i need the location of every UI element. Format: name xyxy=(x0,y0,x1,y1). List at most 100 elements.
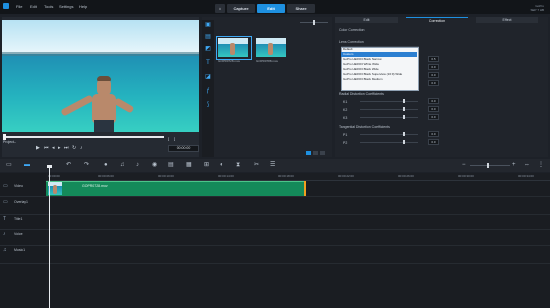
ruler-tick: 00:00:30:00 xyxy=(458,174,474,178)
timeline-ruler[interactable] xyxy=(46,173,550,181)
zoom-in-icon[interactable]: + xyxy=(512,161,516,170)
k2-value[interactable]: 0.0 xyxy=(428,106,439,112)
zoom-slider-knob[interactable] xyxy=(313,20,315,25)
k1-slider[interactable] xyxy=(360,101,418,102)
undo-icon[interactable]: ↶ xyxy=(66,161,71,170)
video-track-icon: ▭ xyxy=(3,183,8,189)
path-icon[interactable]: ⟆ xyxy=(204,102,212,109)
dropdown-option[interactable]: Default xyxy=(343,47,353,51)
tab-panel-correction[interactable]: Correction xyxy=(406,17,468,24)
title-icon[interactable]: T xyxy=(204,60,212,67)
menu-settings[interactable]: Settings xyxy=(59,4,73,9)
multicam-icon[interactable]: ▦ xyxy=(186,161,192,170)
tab-capture[interactable]: Capture xyxy=(227,4,255,13)
library-thumb[interactable] xyxy=(218,38,248,57)
tab-panel-effect[interactable]: Effect xyxy=(476,17,538,23)
timeline-zoom-slider[interactable] xyxy=(470,165,510,166)
lane-voice[interactable] xyxy=(46,230,550,246)
dropdown-option[interactable]: GoPro HERO3 Black Superview (16:9) Wide xyxy=(343,72,402,76)
lane-title[interactable] xyxy=(46,215,550,230)
value-field[interactable]: 0.0 xyxy=(428,72,439,78)
menu-file[interactable]: File xyxy=(16,4,22,9)
k2-slider[interactable] xyxy=(360,109,418,110)
subtitle-icon[interactable]: ▤ xyxy=(168,161,174,170)
instant-project-icon[interactable]: ▤ xyxy=(204,34,212,41)
dropdown-option[interactable]: GoPro HERO3 Black Wide xyxy=(343,67,379,71)
k2-knob[interactable] xyxy=(403,107,405,111)
mark-out-icon[interactable]: ] xyxy=(174,136,175,141)
volume-icon[interactable]: ♪ xyxy=(80,145,83,151)
screen-capture-icon[interactable]: ⊞ xyxy=(204,161,209,170)
timeline-view-icon[interactable]: ▬ xyxy=(24,161,30,170)
menu-edit[interactable]: Edit xyxy=(30,4,37,9)
library-thumb[interactable] xyxy=(256,38,286,57)
menu-help[interactable]: Help xyxy=(79,4,87,9)
project-label[interactable]: Project– xyxy=(3,140,16,144)
auto-music-icon[interactable]: ♪ xyxy=(136,161,139,170)
timeline-menu-icon[interactable]: ⋮ xyxy=(538,161,544,170)
dropdown-option[interactable]: GoPro HERO3 Black Narrow xyxy=(343,57,382,61)
color-correction-label[interactable]: Color Correction xyxy=(339,28,364,32)
next-icon[interactable]: ⏭ xyxy=(64,145,69,151)
p2-slider[interactable] xyxy=(360,142,418,143)
tangential-label: Tangential Distortion Coefficients xyxy=(339,125,390,129)
timecode-display[interactable]: 00:00:00 xyxy=(168,145,199,152)
mark-in-icon[interactable]: [ xyxy=(168,136,169,141)
record-icon[interactable]: ● xyxy=(104,161,108,170)
track-name-music: Music1 xyxy=(14,248,26,252)
p2-knob[interactable] xyxy=(403,140,405,144)
tab-panel-edit[interactable]: Edit xyxy=(335,17,398,23)
forward-icon[interactable]: ▸ xyxy=(58,145,61,151)
zoom-out-icon[interactable]: − xyxy=(462,161,466,170)
k3-value[interactable]: 0.0 xyxy=(428,114,439,120)
fit-project-icon[interactable]: ⇔ xyxy=(524,161,530,170)
p1-value[interactable]: 0.0 xyxy=(428,131,439,137)
home-icon[interactable]: ⌂ xyxy=(215,4,225,13)
rewind-icon[interactable]: ◂ xyxy=(52,145,55,151)
prev-icon[interactable]: ⏮ xyxy=(44,145,49,151)
graphic-icon[interactable]: ◪ xyxy=(204,74,212,81)
menu-tools[interactable]: Tools xyxy=(44,4,53,9)
split-icon[interactable]: ✂ xyxy=(254,161,259,170)
value-field[interactable]: 0.0 xyxy=(428,64,439,70)
preview-video[interactable] xyxy=(2,20,199,132)
transition-icon[interactable]: ◩ xyxy=(204,46,212,53)
lane-music[interactable] xyxy=(46,246,550,264)
storyboard-view-icon[interactable]: ▭ xyxy=(6,161,12,170)
sound-mixer-icon[interactable]: ♫ xyxy=(120,161,125,170)
lens-correction-label[interactable]: Lens Correction xyxy=(339,40,364,44)
p2-value[interactable]: 0.0 xyxy=(428,139,439,145)
tab-edit[interactable]: Edit xyxy=(257,4,285,13)
p1-slider[interactable] xyxy=(360,134,418,135)
video-sky xyxy=(2,20,199,54)
fx-icon[interactable]: ƒ xyxy=(204,88,212,95)
track-manager-icon[interactable]: ☰ xyxy=(270,161,275,170)
k3-slider[interactable] xyxy=(360,117,418,118)
motion-icon[interactable]: ◉ xyxy=(152,161,157,170)
playhead[interactable] xyxy=(49,167,50,308)
track-header-title[interactable] xyxy=(0,215,46,230)
sort-icon[interactable] xyxy=(320,151,325,155)
loop-icon[interactable]: ↻ xyxy=(72,145,76,151)
tab-share[interactable]: Share xyxy=(287,4,315,13)
list-view-icon[interactable] xyxy=(313,151,318,155)
mask-icon[interactable]: ◐ xyxy=(220,161,224,170)
p1-knob[interactable] xyxy=(403,132,405,136)
k3-knob[interactable] xyxy=(403,115,405,119)
value-field[interactable]: 0.5 xyxy=(428,56,439,62)
k1-knob[interactable] xyxy=(403,99,405,103)
play-icon[interactable]: ▶ xyxy=(36,145,40,151)
time-remap-icon[interactable]: ⧗ xyxy=(236,161,240,170)
media-icon[interactable]: ▣ xyxy=(204,22,212,29)
dropdown-option[interactable]: GoPro HERO3 White Wide xyxy=(343,62,379,66)
value-field[interactable]: 0.0 xyxy=(428,80,439,86)
k1-value[interactable]: 0.0 xyxy=(428,98,439,104)
dropdown-option[interactable]: Custom xyxy=(343,52,353,56)
redo-icon[interactable]: ↷ xyxy=(84,161,89,170)
timeline-zoom-knob[interactable] xyxy=(487,163,489,168)
grid-view-icon[interactable] xyxy=(306,151,311,155)
lane-overlay[interactable] xyxy=(46,197,550,215)
track-header-voice[interactable] xyxy=(0,230,46,246)
playhead-handle[interactable] xyxy=(47,165,52,168)
dropdown-option[interactable]: GoPro HERO3 Black Medium xyxy=(343,77,383,81)
